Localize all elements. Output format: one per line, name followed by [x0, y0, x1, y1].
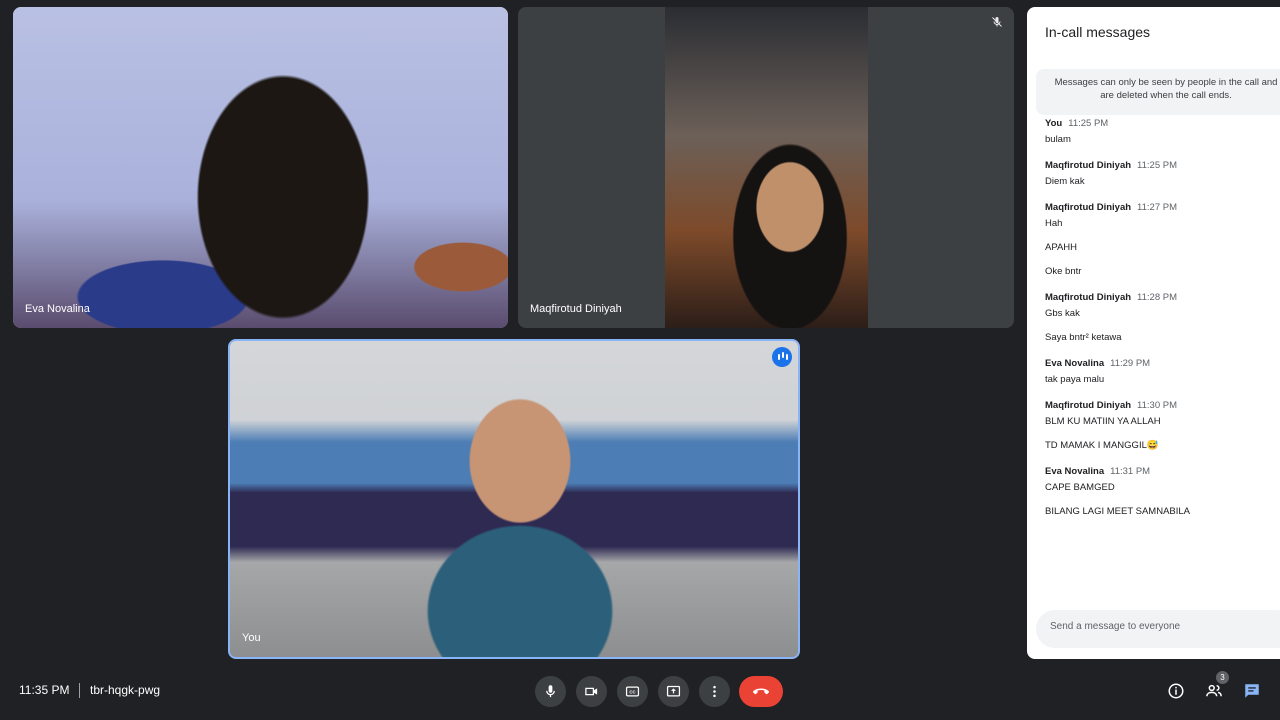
- message-composer: [1036, 610, 1280, 648]
- camera-icon: [585, 687, 598, 696]
- message-text: tak paya malu: [1045, 374, 1105, 385]
- participant-video: [665, 7, 868, 328]
- message-sender: Eva Novalina: [1045, 358, 1105, 369]
- more-vert-icon: [713, 685, 716, 698]
- message-sender: Maqfirotud Diniyah: [1045, 160, 1132, 171]
- captions-icon: CC: [625, 686, 640, 697]
- message-header: You 11:25 PM: [1045, 118, 1280, 130]
- message-group: Maqfirotud Diniyah 11:30 PM BLM KU MATIIN …: [1045, 400, 1280, 452]
- message-header: Maqfirotud Diniyah 11:30 PM: [1045, 400, 1280, 412]
- message-sender: Maqfirotud Diniyah: [1045, 292, 1132, 303]
- participant-video: [230, 341, 798, 657]
- message-text: TD MAMAK I MANGGIL😅: [1045, 440, 1159, 451]
- message-sender: Eva Novalina: [1045, 466, 1105, 477]
- message-group: Eva Novalina 11:31 PM CAPE BAMGED BILANG LA…: [1045, 466, 1280, 518]
- message-header: Eva Novalina 11:31 PM: [1045, 466, 1280, 478]
- more-options-button[interactable]: [699, 676, 730, 707]
- message-timestamp: 11:25 PM: [1068, 118, 1109, 129]
- chat-icon[interactable]: [1243, 682, 1261, 700]
- message-group: Maqfirotud Diniyah 11:27 PM Hah APAHH Oke bn…: [1045, 202, 1280, 278]
- captions-button[interactable]: CC: [617, 676, 648, 707]
- mic-off-icon: [988, 15, 1006, 33]
- present-icon: [666, 685, 681, 697]
- message-group: Maqfirotud Diniyah 11:28 PM Gbs kak Saya bn…: [1045, 292, 1280, 344]
- message-text: CAPE BAMGED: [1045, 482, 1115, 493]
- message-text: Hah: [1045, 218, 1063, 229]
- svg-text:CC: CC: [629, 690, 636, 695]
- message-sender: You: [1045, 118, 1063, 129]
- message-header: Maqfirotud Diniyah 11:28 PM: [1045, 292, 1280, 304]
- participant-name: Maqfirotud Diniyah: [530, 303, 622, 315]
- message-sender: Maqfirotud Diniyah: [1045, 400, 1132, 411]
- present-screen-button[interactable]: [658, 676, 689, 707]
- message-timestamp: 11:25 PM: [1137, 160, 1177, 171]
- speaking-indicator-icon: [772, 347, 792, 367]
- message-timestamp: 11:28 PM: [1137, 292, 1177, 303]
- microphone-icon: [546, 685, 555, 698]
- message-header: Eva Novalina 11:29 PM: [1045, 358, 1280, 370]
- message-header: Maqfirotud Diniyah 11:25 PM: [1045, 160, 1280, 172]
- message-timestamp: 11:31 PM: [1110, 466, 1151, 477]
- notice-line: are deleted when the call ends.: [1100, 90, 1232, 101]
- participant-video: [13, 7, 508, 328]
- microphone-button[interactable]: [535, 676, 566, 707]
- current-time: 11:35 PM: [19, 683, 70, 697]
- message-text: BLM KU MATIIN YA ALLAH: [1045, 416, 1161, 427]
- end-call-button[interactable]: [739, 676, 783, 707]
- message-timestamp: 11:29 PM: [1110, 358, 1151, 369]
- message-text: APAHH: [1045, 242, 1078, 253]
- message-group: Eva Novalina 11:29 PM tak paya malu: [1045, 358, 1280, 386]
- message-group: You 11:25 PM bulam: [1045, 118, 1280, 146]
- message-text: Diem kak: [1045, 176, 1085, 187]
- people-count-badge: 3: [1216, 671, 1229, 684]
- messages-notice: Messages can only be seen by people in t…: [1036, 69, 1280, 115]
- participant-tile-eva[interactable]: Eva Novalina: [13, 7, 508, 328]
- message-timestamp: 11:30 PM: [1137, 400, 1177, 411]
- message-header: Maqfirotud Diniyah 11:27 PM: [1045, 202, 1280, 214]
- message-group: Maqfirotud Diniyah 11:25 PM Diem kak: [1045, 160, 1280, 188]
- meeting-code[interactable]: tbr-hqgk-pwg: [90, 683, 160, 697]
- message-input[interactable]: [1048, 620, 1267, 633]
- message-text: Oke bntr: [1045, 266, 1082, 277]
- message-text: Gbs kak: [1045, 308, 1080, 319]
- divider: [79, 683, 80, 698]
- message-text: BILANG LAGI MEET SAMNABILA: [1045, 506, 1191, 517]
- participant-name: Eva Novalina: [25, 303, 90, 315]
- message-text: Saya bntr² ketawa: [1045, 332, 1122, 343]
- participant-name: You: [242, 632, 261, 644]
- participant-tile-self[interactable]: You: [228, 339, 800, 659]
- message-text: bulam: [1045, 134, 1071, 145]
- notice-line: Messages can only be seen by people in t…: [1054, 77, 1278, 88]
- message-sender: Maqfirotud Diniyah: [1045, 202, 1132, 213]
- meeting-details-info-icon[interactable]: [1167, 682, 1185, 700]
- panel-title: In-call messages: [1045, 24, 1151, 40]
- message-list[interactable]: You 11:25 PM bulam Maqfirotud Diniyah 11:25 …: [1045, 118, 1280, 532]
- people-icon[interactable]: [1205, 682, 1223, 700]
- camera-button[interactable]: [576, 676, 607, 707]
- in-call-messages-panel: In-call messages Messages can only be se…: [1027, 7, 1280, 659]
- participant-tile-maqfirotud[interactable]: Maqfirotud Diniyah: [518, 7, 1014, 328]
- call-end-icon: [752, 688, 770, 695]
- message-timestamp: 11:27 PM: [1137, 202, 1177, 213]
